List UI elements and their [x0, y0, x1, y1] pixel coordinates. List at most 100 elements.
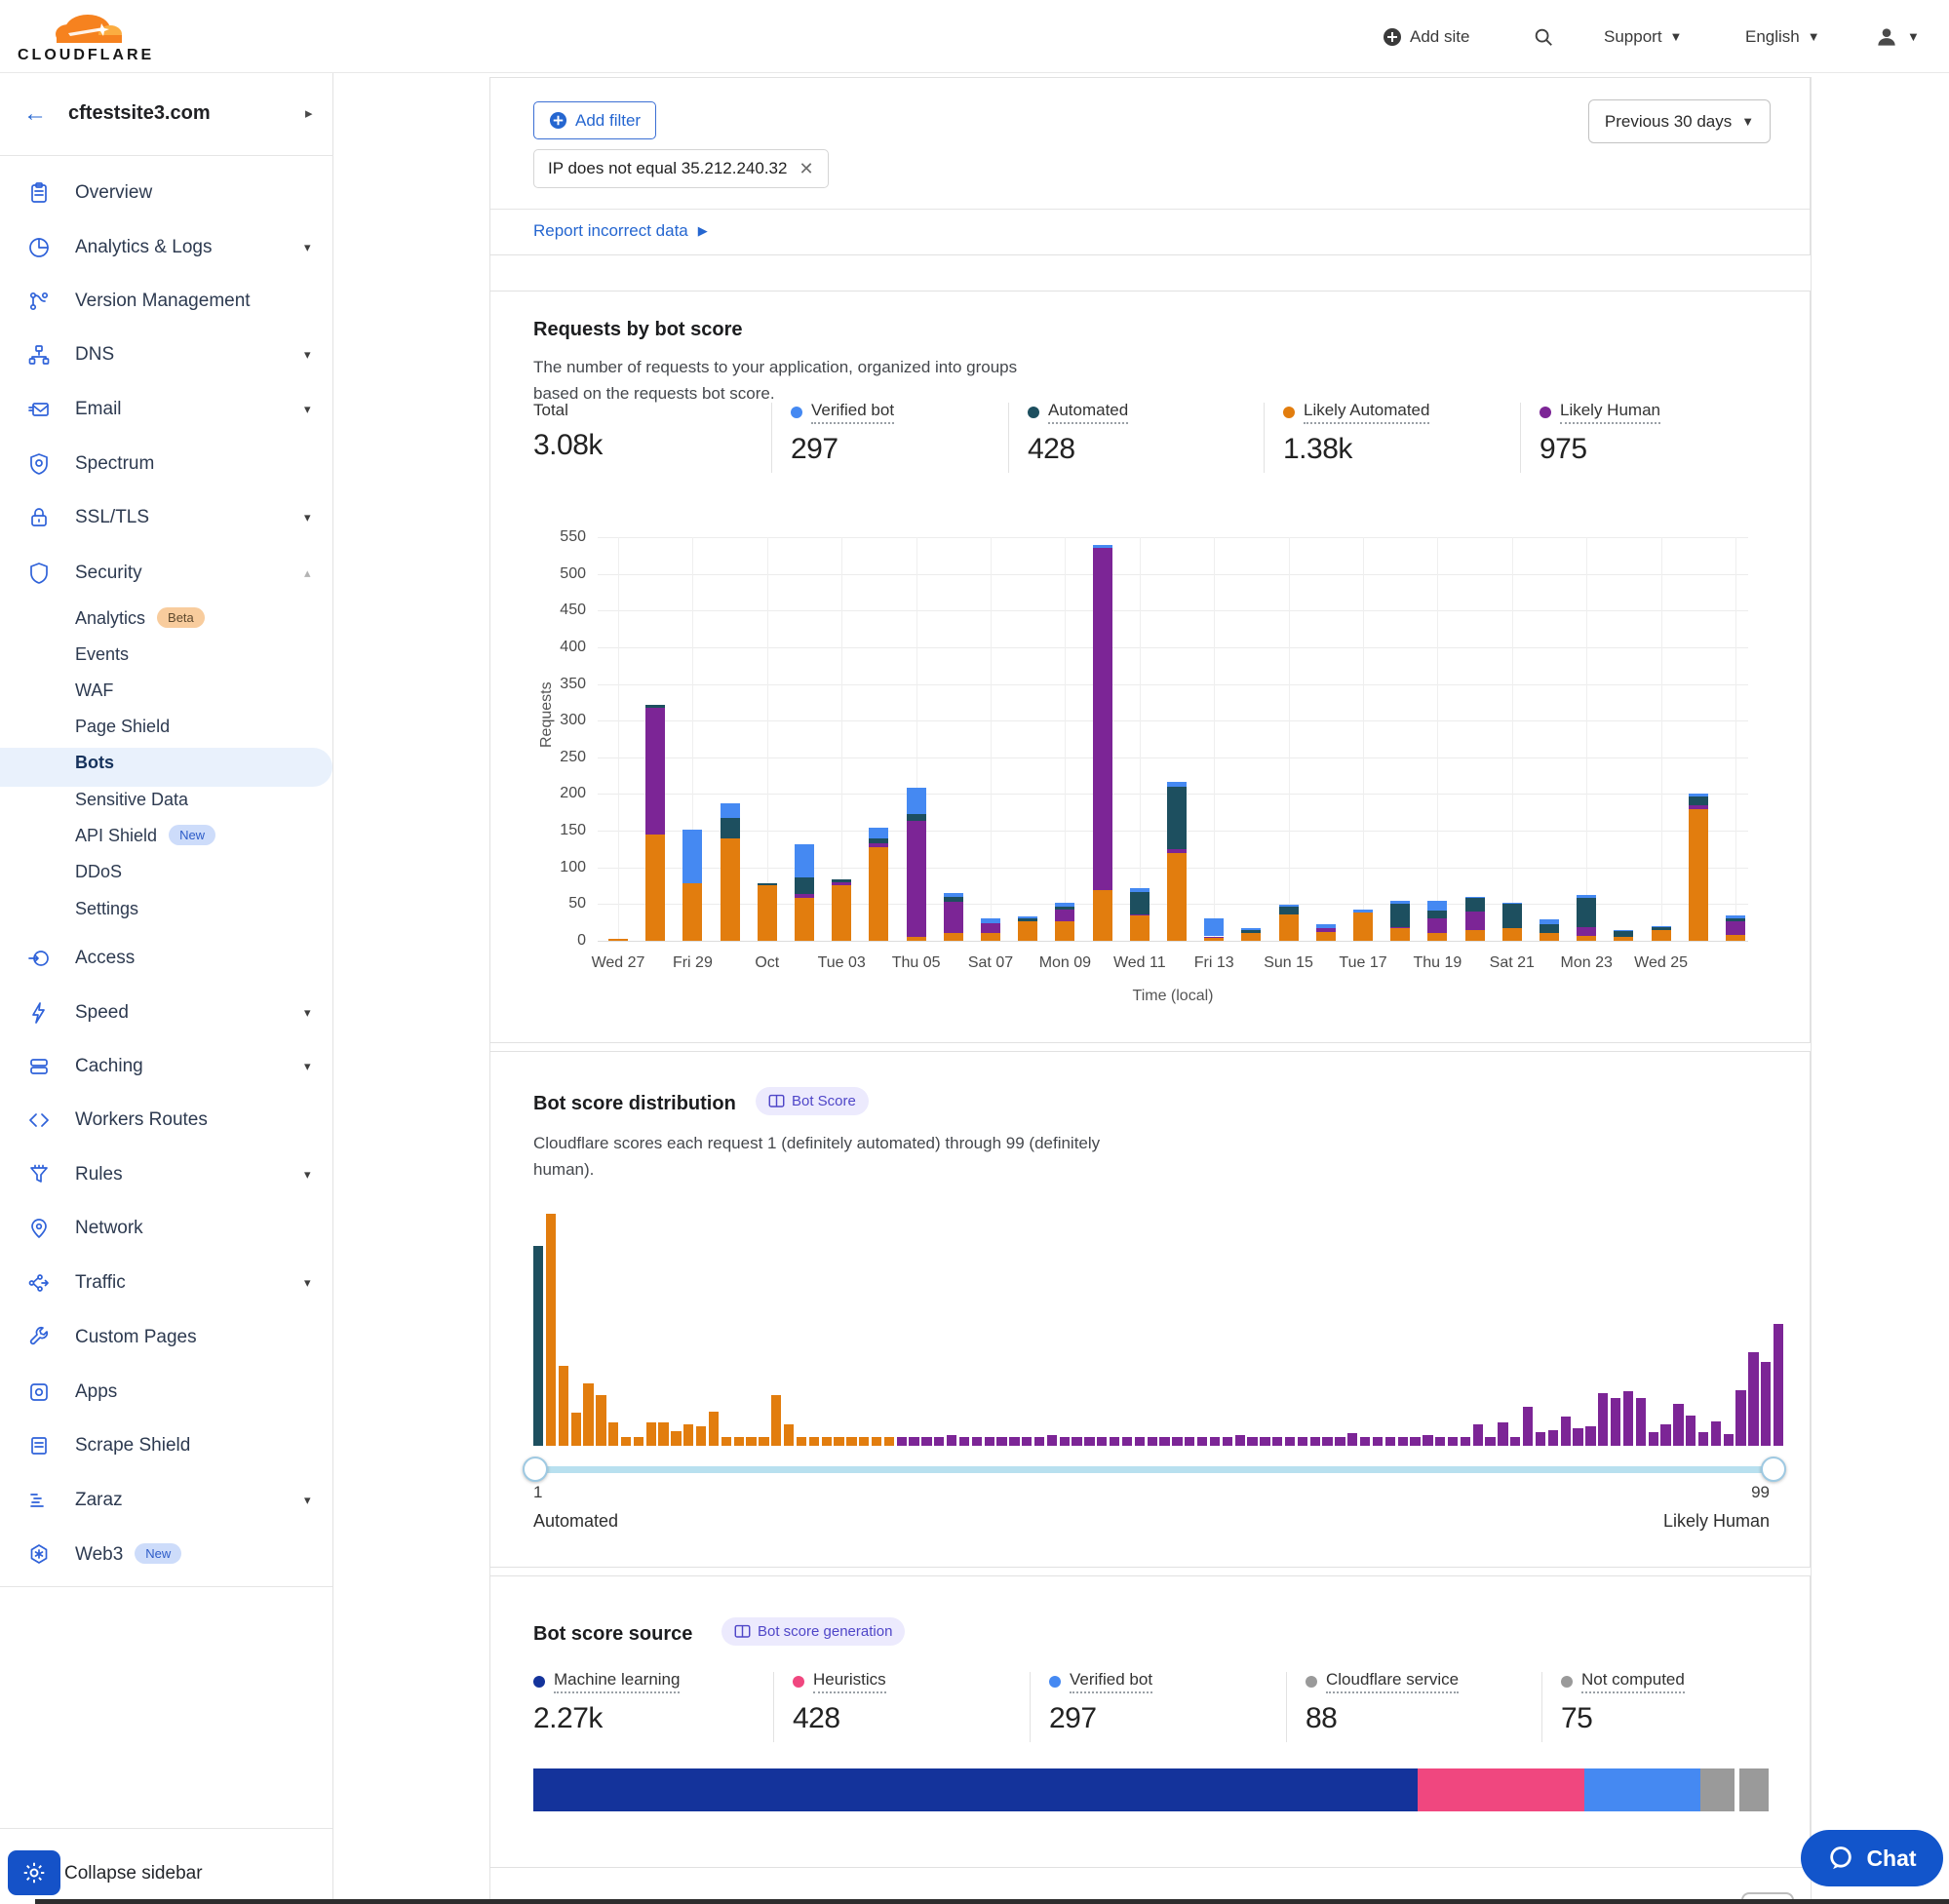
stat-label[interactable]: Verified bot — [811, 401, 894, 424]
cloudflare-cloud-icon — [18, 4, 164, 47]
site-name: cftestsite3.com — [68, 102, 211, 125]
collapse-sidebar-button[interactable]: Collapse sidebar — [64, 1863, 203, 1885]
close-icon[interactable]: ✕ — [799, 159, 813, 179]
bar-segment-likely-automated — [1130, 915, 1150, 941]
doc-icon — [27, 1434, 51, 1457]
support-menu[interactable]: Support ▼ — [1604, 0, 1682, 73]
sidebar-item-label: Bots — [75, 753, 114, 773]
bar-segment-likely-human — [1204, 937, 1224, 939]
chat-button[interactable]: Chat — [1801, 1830, 1943, 1886]
stat-label[interactable]: Likely Automated — [1304, 401, 1429, 424]
add-filter-button[interactable]: Add filter — [533, 101, 656, 139]
bar-segment-automated — [1652, 927, 1671, 930]
sidebar-item-bots[interactable]: Bots — [0, 746, 333, 779]
bar-segment-verified-bot — [1316, 924, 1336, 929]
sidebar-item-traffic[interactable]: Traffic▾ — [0, 1262, 333, 1304]
slider-handle-max[interactable] — [1761, 1457, 1786, 1482]
language-menu[interactable]: English ▼ — [1745, 0, 1820, 73]
sidebar-item-analytics-logs[interactable]: Analytics & Logs▾ — [0, 226, 333, 269]
sidebar-item-speed[interactable]: Speed▾ — [0, 991, 333, 1034]
stat-label[interactable]: Not computed — [1581, 1670, 1685, 1693]
sidebar-item-web3[interactable]: Web3New — [0, 1533, 333, 1575]
bar-segment-likely-automated — [1577, 936, 1596, 941]
sidebar-item-dns[interactable]: DNS▾ — [0, 333, 333, 376]
add-site-button[interactable]: Add site — [1383, 0, 1469, 73]
bar-segment-automated — [795, 877, 814, 894]
sidebar-item-waf[interactable]: WAF — [0, 674, 333, 707]
stat-label[interactable]: Cloudflare service — [1326, 1670, 1459, 1693]
bar-segment-verified-bot — [944, 893, 963, 897]
sidebar-item-caching[interactable]: Caching▾ — [0, 1045, 333, 1088]
sidebar-item-api-shield[interactable]: API ShieldNew — [0, 819, 333, 852]
stat-label[interactable]: Machine learning — [554, 1670, 680, 1693]
sidebar-item-ddos[interactable]: DDoS — [0, 855, 333, 888]
report-incorrect-data-link[interactable]: Report incorrect data ▶ — [533, 221, 708, 241]
sidebar-item-security[interactable]: Security▴ — [0, 552, 333, 595]
sidebar-item-version-management[interactable]: Version Management — [0, 280, 333, 323]
code-icon — [27, 1108, 51, 1132]
histogram-bar-score-47 — [1110, 1437, 1119, 1446]
sidebar-item-apps[interactable]: Apps — [0, 1371, 333, 1414]
sidebar-item-sensitive-data[interactable]: Sensitive Data — [0, 783, 333, 816]
sidebar-item-rules[interactable]: Rules▾ — [0, 1153, 333, 1196]
bar-segment-verified-bot — [1018, 916, 1037, 918]
apps-icon — [27, 1380, 51, 1404]
bot-score-generation-badge[interactable]: Bot score generation — [721, 1617, 905, 1646]
stat-value: 297 — [791, 433, 894, 466]
stat-divider — [1030, 1672, 1031, 1742]
filter-chip[interactable]: IP does not equal 35.212.240.32 ✕ — [533, 149, 829, 188]
sidebar-item-network[interactable]: Network — [0, 1207, 333, 1250]
search-button[interactable] — [1533, 0, 1554, 73]
site-selector[interactable]: ← cftestsite3.com ▸ — [0, 73, 333, 156]
sidebar-item-events[interactable]: Events — [0, 638, 333, 671]
stat-label[interactable]: Heuristics — [813, 1670, 886, 1693]
stat-value: 1.38k — [1283, 433, 1429, 466]
sidebar-item-access[interactable]: Access — [0, 937, 333, 980]
sidebar-item-overview[interactable]: Overview — [0, 172, 333, 214]
settings-gear-button[interactable] — [8, 1850, 60, 1895]
sidebar-item-page-shield[interactable]: Page Shield — [0, 710, 333, 743]
stat-label[interactable]: Automated — [1048, 401, 1128, 424]
sidebar-item-scrape-shield[interactable]: Scrape Shield — [0, 1424, 333, 1467]
gridline — [1363, 537, 1364, 941]
stat-divider — [1264, 403, 1265, 473]
date-range-dropdown[interactable]: Previous 30 days ▼ — [1588, 99, 1771, 143]
slider-handle-min[interactable] — [523, 1457, 548, 1482]
stat-label: Total — [533, 401, 568, 420]
stat-label[interactable]: Likely Human — [1560, 401, 1660, 424]
sidebar-item-analytics[interactable]: AnalyticsBeta — [0, 602, 333, 635]
back-arrow-icon[interactable]: ← — [23, 100, 47, 128]
account-menu[interactable]: ▼ — [1874, 0, 1920, 73]
sidebar-item-ssl-tls[interactable]: SSL/TLS▾ — [0, 496, 333, 539]
sidebar-item-email[interactable]: Email▾ — [0, 388, 333, 431]
histogram-bar-score-36 — [972, 1437, 982, 1446]
chevron-right-icon[interactable]: ▸ — [305, 104, 313, 122]
sidebar-item-workers-routes[interactable]: Workers Routes — [0, 1099, 333, 1142]
y-axis-tick: 50 — [529, 895, 586, 913]
stat-label[interactable]: Verified bot — [1070, 1670, 1152, 1693]
bar-segment-automated — [1055, 907, 1074, 909]
gridline — [1512, 537, 1513, 941]
bot-score-histogram — [533, 1214, 1774, 1446]
bot-score-badge[interactable]: Bot Score — [756, 1087, 869, 1115]
gridline — [598, 610, 1748, 611]
sidebar-item-settings[interactable]: Settings — [0, 892, 333, 925]
sidebar-item-spectrum[interactable]: Spectrum — [0, 443, 333, 486]
stat-value: 428 — [1028, 433, 1128, 466]
sidebar-item-custom-pages[interactable]: Custom Pages — [0, 1316, 333, 1359]
gridline — [1735, 537, 1736, 941]
histogram-bar-score-32 — [921, 1437, 931, 1446]
histogram-bar-score-15 — [709, 1412, 719, 1446]
cloudflare-logo[interactable]: CLOUDFLARE — [18, 4, 164, 68]
chevron-down-icon: ▼ — [1741, 114, 1754, 129]
histogram-bar-score-16 — [721, 1437, 731, 1446]
add-site-label: Add site — [1410, 27, 1469, 47]
sidebar-item-zaraz[interactable]: Zaraz▾ — [0, 1479, 333, 1522]
bar-segment-likely-automated — [1390, 928, 1410, 941]
histogram-bar-score-41 — [1034, 1437, 1044, 1446]
user-icon — [1874, 24, 1899, 50]
y-axis-tick: 550 — [529, 528, 586, 546]
score-range-slider-track[interactable] — [533, 1466, 1774, 1473]
legend-dot — [791, 407, 802, 418]
bar-segment-likely-human — [1465, 912, 1485, 931]
